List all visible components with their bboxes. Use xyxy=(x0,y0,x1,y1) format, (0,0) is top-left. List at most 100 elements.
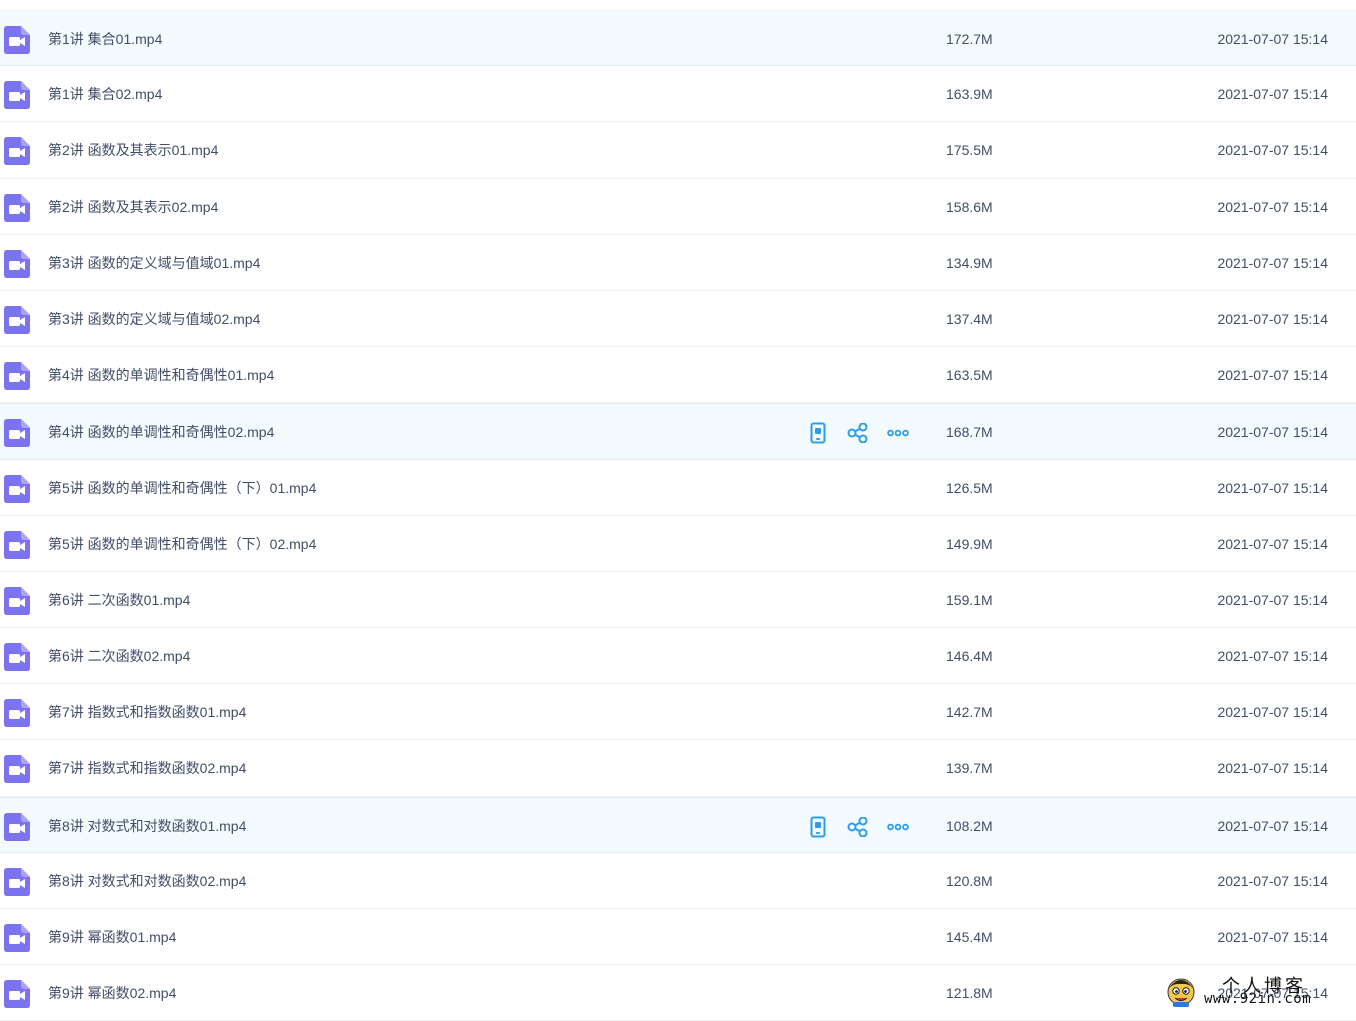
file-row[interactable]: 第7讲 指数式和指数函数02.mp4 139.7M 2021-07-07 15:… xyxy=(0,740,1356,797)
file-modified-date: 2021-07-07 15:14 xyxy=(1217,86,1328,103)
video-file-icon xyxy=(4,643,30,672)
file-modified-date: 2021-07-07 15:14 xyxy=(1217,760,1328,777)
file-size: 145.4M xyxy=(946,929,993,945)
video-file-icon xyxy=(4,305,30,334)
file-modified-date: 2021-07-07 15:14 xyxy=(1217,254,1328,271)
file-name[interactable]: 第7讲 指数式和指数函数01.mp4 xyxy=(48,684,246,740)
file-name[interactable]: 第5讲 函数的单调性和奇偶性（下）02.mp4 xyxy=(48,516,316,572)
file-row[interactable]: 第1讲 集合01.mp4 172.7M 2021-07-07 15:14 xyxy=(0,10,1356,67)
file-row[interactable]: 第8讲 对数式和对数函数01.mp4 108.2M 2021-07-07 15:… xyxy=(0,796,1356,854)
file-modified-date: 2021-07-07 15:14 xyxy=(1217,648,1328,665)
more-button[interactable] xyxy=(885,421,911,445)
file-list: 第1讲 集合01.mp4 172.7M 2021-07-07 15:14 第1讲… xyxy=(0,10,1356,1021)
file-row[interactable]: 第6讲 二次函数02.mp4 146.4M 2021-07-07 15:14 xyxy=(0,628,1356,685)
file-modified-date: 2021-07-07 15:14 xyxy=(1217,31,1328,47)
file-size: 126.5M xyxy=(946,479,993,496)
video-file-icon xyxy=(4,193,30,222)
file-size: 172.7M xyxy=(946,31,993,47)
video-file-icon xyxy=(4,530,30,559)
file-row[interactable]: 第3讲 函数的定义域与值域01.mp4 134.9M 2021-07-07 15… xyxy=(0,235,1356,291)
video-file-icon xyxy=(4,980,30,1009)
file-modified-date: 2021-07-07 15:14 xyxy=(1217,367,1328,384)
file-size: 163.5M xyxy=(946,367,993,384)
file-row[interactable]: 第2讲 函数及其表示01.mp4 175.5M 2021-07-07 15:14 xyxy=(0,122,1356,179)
video-file-icon xyxy=(4,81,30,110)
file-name[interactable]: 第6讲 二次函数02.mp4 xyxy=(48,628,190,684)
video-file-icon xyxy=(4,755,30,784)
phone-icon xyxy=(810,816,826,838)
file-name[interactable]: 第9讲 幂函数01.mp4 xyxy=(48,909,176,965)
watermark-url: www.92in.com xyxy=(1204,991,1312,1007)
video-file-icon xyxy=(4,924,30,952)
share-button[interactable] xyxy=(845,421,871,445)
phone-icon xyxy=(810,422,826,444)
row-actions xyxy=(805,421,925,445)
video-file-icon xyxy=(4,812,30,841)
file-size: 139.7M xyxy=(946,760,993,777)
file-size: 175.5M xyxy=(946,142,993,159)
file-row[interactable]: 第5讲 函数的单调性和奇偶性（下）02.mp4 149.9M 2021-07-0… xyxy=(0,516,1356,572)
file-size: 134.9M xyxy=(946,254,993,271)
file-name[interactable]: 第8讲 对数式和对数函数01.mp4 xyxy=(48,798,246,854)
file-row[interactable]: 第7讲 指数式和指数函数01.mp4 142.7M 2021-07-07 15:… xyxy=(0,684,1356,741)
file-name[interactable]: 第2讲 函数及其表示02.mp4 xyxy=(48,179,218,235)
video-file-icon xyxy=(4,26,30,54)
mascot-logo-icon xyxy=(1167,978,1195,1007)
file-modified-date: 2021-07-07 15:14 xyxy=(1217,142,1328,159)
file-name[interactable]: 第2讲 函数及其表示01.mp4 xyxy=(48,122,218,178)
video-file-icon xyxy=(4,474,30,503)
file-name[interactable]: 第4讲 函数的单调性和奇偶性02.mp4 xyxy=(48,404,274,460)
share-button[interactable] xyxy=(845,815,871,839)
file-name[interactable]: 第3讲 函数的定义域与值域02.mp4 xyxy=(48,291,260,347)
file-modified-date: 2021-07-07 15:14 xyxy=(1217,817,1328,834)
video-file-icon xyxy=(4,867,30,896)
row-actions xyxy=(805,815,925,839)
share-icon xyxy=(847,423,868,444)
file-size: 159.1M xyxy=(946,591,993,608)
file-size: 108.2M xyxy=(946,817,993,834)
file-modified-date: 2021-07-07 15:14 xyxy=(1217,872,1328,889)
file-row[interactable]: 第1讲 集合02.mp4 163.9M 2021-07-07 15:14 xyxy=(0,66,1356,123)
file-size: 146.4M xyxy=(946,648,993,665)
file-name[interactable]: 第1讲 集合02.mp4 xyxy=(48,66,162,122)
file-size: 142.7M xyxy=(946,704,993,721)
file-name[interactable]: 第3讲 函数的定义域与值域01.mp4 xyxy=(48,235,260,291)
file-row[interactable]: 第5讲 函数的单调性和奇偶性（下）01.mp4 126.5M 2021-07-0… xyxy=(0,460,1356,516)
file-row[interactable]: 第3讲 函数的定义域与值域02.mp4 137.4M 2021-07-07 15… xyxy=(0,291,1356,348)
file-row[interactable]: 第8讲 对数式和对数函数02.mp4 120.8M 2021-07-07 15:… xyxy=(0,853,1356,909)
file-name[interactable]: 第1讲 集合01.mp4 xyxy=(48,11,162,67)
file-size: 149.9M xyxy=(946,535,993,552)
file-size: 158.6M xyxy=(946,198,993,215)
video-file-icon xyxy=(4,419,30,448)
more-icon xyxy=(887,823,909,830)
video-file-icon xyxy=(4,699,30,728)
file-modified-date: 2021-07-07 15:14 xyxy=(1217,424,1328,441)
video-file-icon xyxy=(4,362,30,391)
file-modified-date: 2021-07-07 15:14 xyxy=(1217,591,1328,608)
file-modified-date: 2021-07-07 15:14 xyxy=(1217,198,1328,215)
more-button[interactable] xyxy=(885,815,911,839)
file-name[interactable]: 第6讲 二次函数01.mp4 xyxy=(48,572,190,628)
more-icon xyxy=(887,430,909,437)
file-modified-date: 2021-07-07 15:14 xyxy=(1217,704,1328,721)
file-row[interactable]: 第6讲 二次函数01.mp4 159.1M 2021-07-07 15:14 xyxy=(0,572,1356,629)
video-file-icon xyxy=(4,586,30,615)
file-modified-date: 2021-07-07 15:14 xyxy=(1217,535,1328,552)
file-name[interactable]: 第5讲 函数的单调性和奇偶性（下）01.mp4 xyxy=(48,460,316,516)
send-to-phone-button[interactable] xyxy=(805,421,831,445)
file-row[interactable]: 第4讲 函数的单调性和奇偶性02.mp4 168.7M 2021-07-07 1… xyxy=(0,403,1356,460)
file-modified-date: 2021-07-07 15:14 xyxy=(1217,310,1328,327)
file-row[interactable]: 第9讲 幂函数01.mp4 145.4M 2021-07-07 15:14 xyxy=(0,909,1356,966)
watermark: 个人博客 www.92in.com xyxy=(1162,970,1352,1012)
file-row[interactable]: 第4讲 函数的单调性和奇偶性01.mp4 163.5M 2021-07-07 1… xyxy=(0,347,1356,404)
file-size: 163.9M xyxy=(946,86,993,103)
file-name[interactable]: 第4讲 函数的单调性和奇偶性01.mp4 xyxy=(48,347,274,403)
file-modified-date: 2021-07-07 15:14 xyxy=(1217,479,1328,496)
send-to-phone-button[interactable] xyxy=(805,815,831,839)
file-row[interactable]: 第2讲 函数及其表示02.mp4 158.6M 2021-07-07 15:14 xyxy=(0,179,1356,235)
file-modified-date: 2021-07-07 15:14 xyxy=(1217,929,1328,945)
file-name[interactable]: 第7讲 指数式和指数函数02.mp4 xyxy=(48,740,246,796)
file-size: 168.7M xyxy=(946,424,993,441)
file-name[interactable]: 第8讲 对数式和对数函数02.mp4 xyxy=(48,853,246,909)
video-file-icon xyxy=(4,137,30,166)
